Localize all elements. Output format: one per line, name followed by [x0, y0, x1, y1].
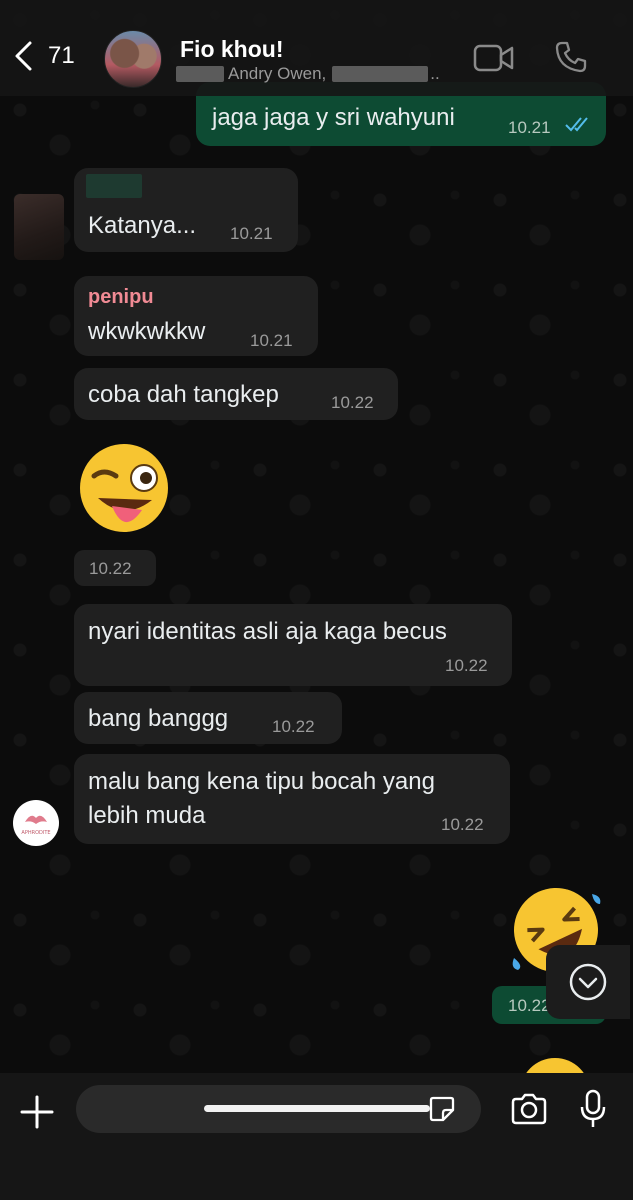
message-text: lebih muda — [88, 802, 206, 829]
winking-tongue-emoji — [80, 444, 168, 532]
message-time: 10.21 — [250, 331, 293, 350]
plus-icon — [20, 1095, 54, 1129]
message-time: 10.22 — [508, 996, 551, 1015]
attach-button[interactable] — [20, 1095, 54, 1134]
redacted-name — [176, 66, 224, 82]
message-bubble-incoming[interactable]: bang banggg 10.22 — [74, 692, 342, 744]
camera-icon — [511, 1093, 547, 1125]
chat-title[interactable]: Fio khou! — [180, 36, 283, 63]
message-text: bang banggg — [88, 705, 229, 732]
message-time: 10.21 — [508, 118, 551, 137]
message-bubble-incoming[interactable]: malu bang kena tipu bocah yang lebih mud… — [74, 754, 510, 844]
sticker-icon — [429, 1096, 455, 1122]
video-call-icon — [473, 44, 514, 72]
message-time: 10.22 — [441, 815, 484, 834]
emoji-message[interactable] — [76, 440, 172, 540]
message-text: coba dah tangkep — [88, 381, 279, 408]
message-text: nyari identitas asli aja kaga becus — [88, 618, 447, 645]
voice-call-button[interactable] — [554, 40, 588, 74]
mic-icon — [580, 1089, 606, 1127]
chat-header: 71 Fio khou! Andry Owen, .. — [0, 0, 633, 96]
message-time: 10.22 — [89, 559, 132, 578]
message-text: wkwkwkkw — [88, 318, 206, 345]
message-bubble-incoming[interactable]: penipu wkwkwkkw 10.21 — [74, 276, 318, 356]
message-time: 10.21 — [230, 224, 273, 243]
message-text: jaga jaga y sri wahyuni — [212, 104, 455, 131]
sender-name[interactable]: penipu — [88, 286, 154, 309]
emoji-time-pill: 10.22 — [74, 550, 156, 586]
chat-members[interactable]: Andry Owen, .. — [176, 64, 440, 84]
message-time: 10.22 — [272, 717, 315, 736]
logo-icon: APHRODITE — [14, 801, 58, 845]
camera-button[interactable] — [509, 1093, 549, 1130]
voice-message-button[interactable] — [578, 1089, 608, 1134]
redacted-name — [332, 66, 429, 82]
message-time: 10.22 — [331, 393, 374, 412]
chevron-down-icon — [569, 963, 607, 1001]
phone-icon — [555, 41, 587, 73]
video-call-button[interactable] — [473, 43, 515, 73]
message-composer — [0, 1073, 633, 1200]
message-bubble-incoming[interactable]: Katanya... 10.21 — [74, 168, 298, 252]
redacted-sender-name — [86, 174, 142, 198]
read-ticks-icon — [565, 117, 588, 132]
scroll-to-bottom-button[interactable] — [546, 945, 630, 1019]
sender-avatar-logo[interactable]: APHRODITE — [13, 800, 59, 846]
message-bubble-incoming[interactable]: coba dah tangkep 10.22 — [74, 368, 398, 420]
message-time: 10.22 — [445, 656, 488, 675]
sender-avatar[interactable] — [14, 194, 64, 260]
logo-text: APHRODITE — [21, 830, 50, 836]
group-avatar[interactable] — [104, 30, 162, 88]
unread-count: 71 — [48, 42, 75, 69]
back-button[interactable]: 71 — [12, 40, 75, 72]
message-text: malu bang kena tipu bocah yang — [88, 768, 435, 795]
home-indicator — [204, 1105, 430, 1112]
member-name: Andry Owen, — [228, 64, 327, 83]
message-text: Katanya... — [88, 212, 197, 239]
message-bubble-incoming[interactable]: nyari identitas asli aja kaga becus 10.2… — [74, 604, 512, 686]
back-chevron-icon — [15, 41, 32, 71]
sticker-button[interactable] — [428, 1095, 456, 1128]
members-ellipsis: .. — [430, 64, 440, 83]
